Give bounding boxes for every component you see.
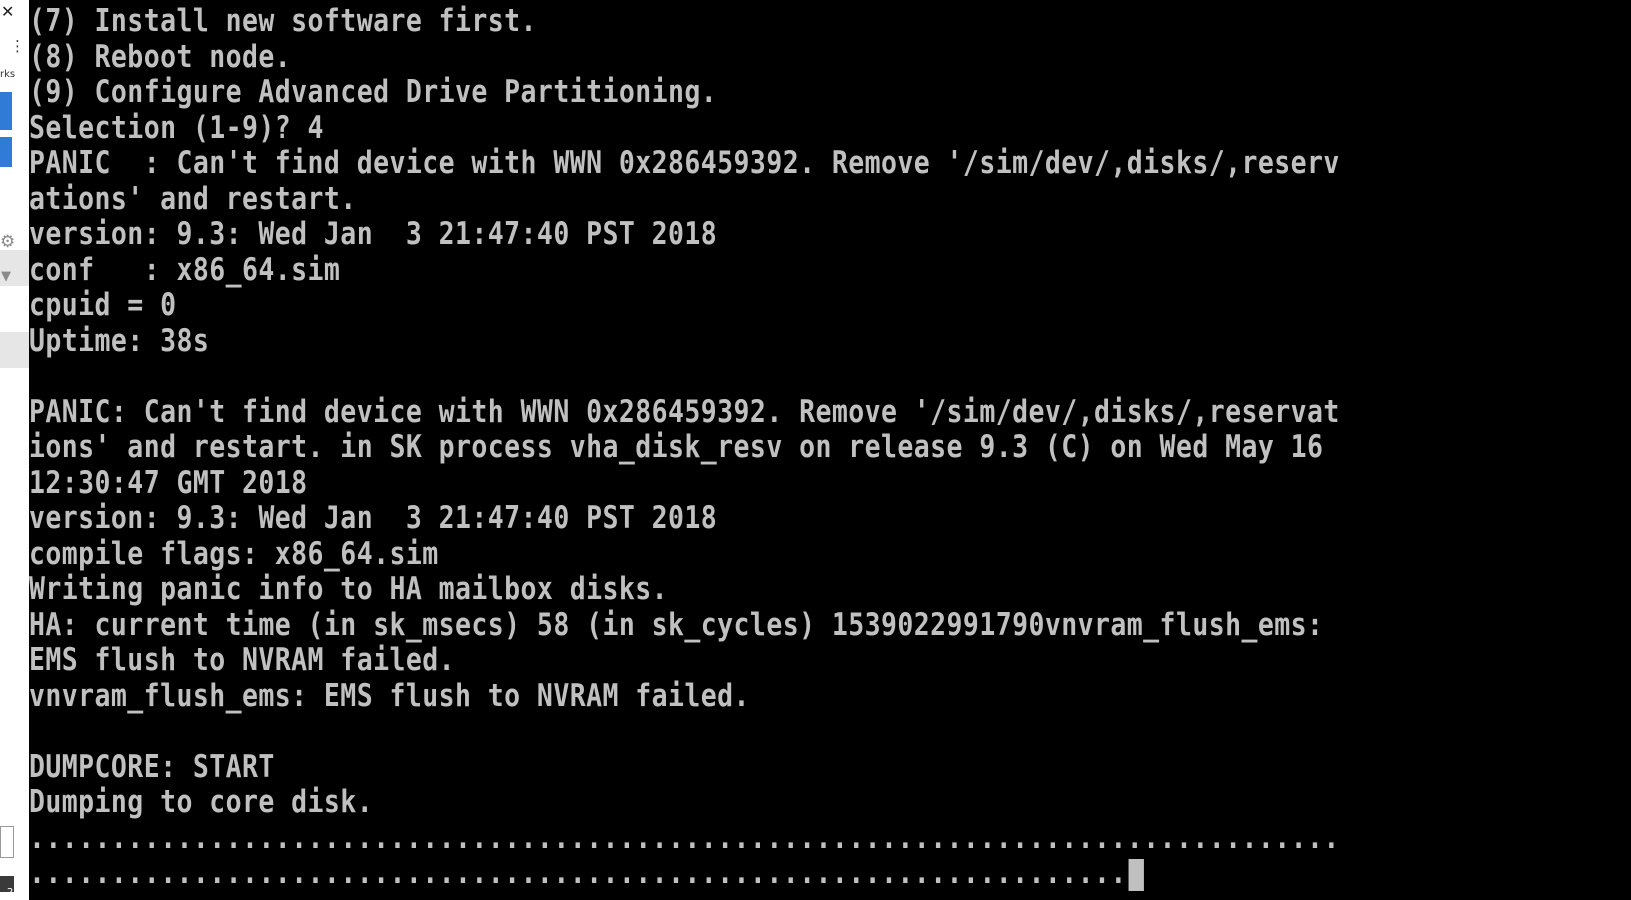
truncated-label: rks	[0, 69, 16, 80]
console-line-text: Dumping to core disk.	[29, 784, 374, 820]
console-line: Writing panic info to HA mailbox disks.	[29, 571, 1340, 608]
console-line: version: 9.3: Wed Jan 3 21:47:40 PST 201…	[29, 500, 1340, 537]
console-line-text: ations' and restart.	[29, 180, 357, 217]
console-line: DUMPCORE: START	[29, 748, 1340, 786]
console-terminal[interactable]: (7) Install new software first. (8) Reboo…	[29, 0, 1631, 900]
console-line-text: Selection (1-9)? 4	[29, 109, 324, 146]
text-cursor	[1128, 858, 1144, 891]
console-line-text: PANIC : Can't find device with WWN 0x286…	[29, 145, 1340, 181]
console-line-text: 12:30:47 GMT 2018	[29, 464, 308, 501]
console-line: ........................................…	[29, 855, 1340, 892]
console-line: vnvram_flush_ems: EMS flush to NVRAM fai…	[29, 677, 1340, 715]
console-line: ........................................…	[29, 819, 1340, 857]
console-line-text: cpuid = 0	[29, 287, 177, 323]
console-line: ions' and restart. in SK process vha_dis…	[29, 429, 1340, 466]
console-line: conf : x86_64.sim	[29, 251, 1340, 289]
console-line-text: ........................................…	[29, 819, 1340, 856]
taskbar-badge: 2	[7, 887, 14, 898]
console-line-text: compile flags: x86_64.sim	[29, 535, 439, 572]
console-line: 12:30:47 GMT 2018	[29, 464, 1340, 502]
console-line: EMS flush to NVRAM failed.	[29, 642, 1340, 679]
console-line-text: (7) Install new software first.	[29, 3, 537, 39]
console-line: (9) Configure Advanced Drive Partitionin…	[29, 74, 1340, 111]
console-line: PANIC : Can't find device with WWN 0x286…	[29, 145, 1340, 182]
console-line: Dumping to core disk.	[29, 784, 1340, 821]
console-line-text: vnvram_flush_ems: EMS flush to NVRAM fai…	[29, 677, 750, 714]
console-line-text: HA: current time (in sk_msecs) 58 (in sk…	[29, 606, 1324, 643]
screen: ✕ ⋮ rks ⚙ ▼ 2 (7) Install new software f…	[0, 0, 1631, 900]
console-line: PANIC: Can't find device with WWN 0x2864…	[29, 393, 1340, 431]
list-row[interactable]	[0, 332, 29, 368]
console-line-text: Writing panic info to HA mailbox disks.	[29, 571, 669, 607]
console-line: compile flags: x86_64.sim	[29, 535, 1340, 573]
console-line: version: 9.3: Wed Jan 3 21:47:40 PST 201…	[29, 216, 1340, 253]
console-line-text: version: 9.3: Wed Jan 3 21:47:40 PST 201…	[29, 216, 718, 252]
console-line-text: (9) Configure Advanced Drive Partitionin…	[29, 74, 718, 110]
console-line-text: PANIC: Can't find device with WWN 0x2864…	[29, 393, 1340, 430]
selected-item-highlight-secondary[interactable]	[0, 137, 12, 167]
gear-icon[interactable]: ⚙	[0, 232, 15, 252]
console-line-text: ions' and restart. in SK process vha_dis…	[29, 429, 1324, 465]
console-line-text: ........................................…	[29, 855, 1127, 891]
console-line: cpuid = 0	[29, 287, 1340, 324]
console-line-text: conf : x86_64.sim	[29, 251, 341, 288]
console-line: (7) Install new software first.	[29, 3, 1340, 40]
console-line-text: version: 9.3: Wed Jan 3 21:47:40 PST 201…	[29, 500, 718, 536]
console-line-text: DUMPCORE: START	[29, 748, 275, 785]
kebab-menu-icon[interactable]: ⋮	[10, 36, 25, 56]
console-line: HA: current time (in sk_msecs) 58 (in sk…	[29, 606, 1340, 644]
console-line-text: (8) Reboot node.	[29, 38, 292, 75]
console-line-text: EMS flush to NVRAM failed.	[29, 642, 456, 678]
filter-icon[interactable]: ▼	[1, 268, 11, 286]
selected-item-highlight[interactable]	[0, 92, 12, 130]
scroll-box[interactable]	[0, 826, 14, 858]
background-browser-window-edge: ✕ ⋮ rks ⚙ ▼ 2	[0, 0, 30, 900]
console-line: Selection (1-9)? 4	[29, 109, 1340, 147]
console-line: ations' and restart.	[29, 180, 1340, 218]
console-line-text: Uptime: 38s	[29, 322, 210, 359]
close-icon[interactable]: ✕	[1, 2, 14, 22]
console-line: Uptime: 38s	[29, 322, 1340, 360]
console-output: (7) Install new software first. (8) Reboo…	[29, 3, 1562, 892]
console-line: (8) Reboot node.	[29, 38, 1340, 76]
